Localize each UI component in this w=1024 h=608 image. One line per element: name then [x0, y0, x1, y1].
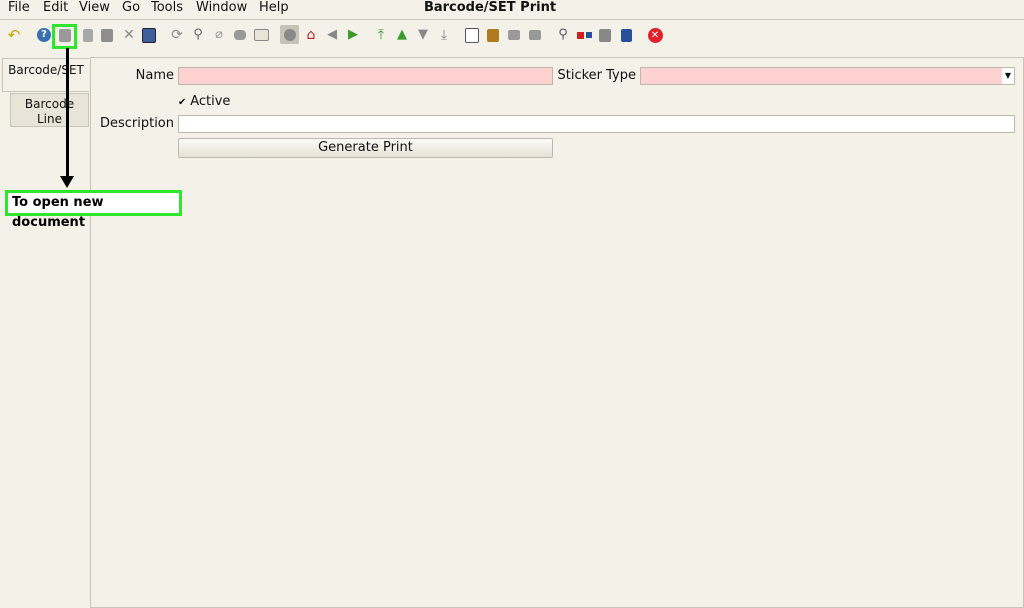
copy-record-icon[interactable] [80, 27, 96, 43]
menu-help[interactable]: Help [259, 0, 289, 18]
active-checkbox[interactable]: ✔ Active [178, 93, 230, 111]
previous-record-icon[interactable]: ▲ [394, 27, 410, 43]
delete-icon[interactable] [99, 27, 115, 43]
tab-barcode-line[interactable]: Barcode Line [10, 93, 89, 127]
print-preview-icon[interactable] [506, 27, 522, 43]
menu-view[interactable]: View [79, 0, 110, 18]
find-icon[interactable]: ⚲ [190, 27, 206, 43]
zoom-across-icon[interactable]: ⚲ [555, 27, 571, 43]
report-icon[interactable] [464, 27, 480, 43]
toolbar: ↶ ? ✕ ⟳ ⚲ ⌀ ⌂ ◀ ▶ ⤒ ▲ ▼ ⤓ ⚲ ✕ [0, 24, 1024, 48]
save-icon[interactable] [141, 27, 157, 43]
workflow-icon[interactable] [576, 27, 592, 43]
active-label: Active [190, 94, 231, 109]
generate-print-button[interactable]: Generate Print [178, 138, 553, 158]
product-info-icon[interactable] [597, 27, 613, 43]
description-field[interactable] [178, 115, 1015, 133]
last-record-icon[interactable]: ⤓ [436, 27, 452, 43]
annotation-arrow-line [66, 48, 69, 178]
history-icon[interactable] [253, 27, 269, 43]
description-label: Description [99, 116, 174, 131]
tasks-icon[interactable] [618, 27, 634, 43]
next-icon[interactable]: ▶ [345, 27, 361, 43]
name-label: Name [135, 68, 174, 83]
menu-file[interactable]: File [8, 0, 30, 18]
chevron-down-icon[interactable]: ▼ [1002, 68, 1014, 84]
print-icon[interactable] [527, 27, 543, 43]
home-icon[interactable]: ⌂ [303, 27, 319, 43]
window-title: Barcode/SET Print [423, 0, 557, 15]
checkmark-icon: ✔ [178, 97, 187, 108]
annotation-label: To open new document [5, 190, 182, 230]
annotation-arrow-head [60, 176, 74, 188]
archive-icon[interactable] [485, 27, 501, 43]
menu-separator [0, 19, 1024, 20]
undo-icon[interactable]: ↶ [6, 27, 22, 43]
menu-go[interactable]: Go [122, 0, 140, 18]
first-record-icon[interactable]: ⤒ [373, 27, 389, 43]
refresh-icon[interactable]: ⟳ [169, 27, 185, 43]
menu-window[interactable]: Window [196, 0, 247, 18]
menu-tools[interactable]: Tools [151, 0, 183, 18]
delete-selection-icon[interactable]: ✕ [121, 27, 137, 43]
name-field[interactable] [178, 67, 553, 85]
next-record-icon[interactable]: ▼ [415, 27, 431, 43]
sticker-type-label: Sticker Type [557, 68, 636, 83]
attachment-icon[interactable]: ⌀ [211, 27, 227, 43]
chat-icon[interactable] [232, 27, 248, 43]
sticker-type-select[interactable]: ▼ [640, 67, 1015, 85]
highlight-box [52, 24, 77, 49]
grid-toggle-icon[interactable] [280, 25, 299, 44]
previous-icon[interactable]: ◀ [324, 27, 340, 43]
help-icon[interactable]: ? [36, 27, 52, 43]
close-window-icon[interactable]: ✕ [647, 27, 663, 43]
menu-edit[interactable]: Edit [43, 0, 68, 18]
menu-bar: File Edit View Go Tools Window Help Barc… [0, 0, 1024, 18]
tab-barcode-set[interactable]: Barcode/SET [2, 58, 89, 92]
